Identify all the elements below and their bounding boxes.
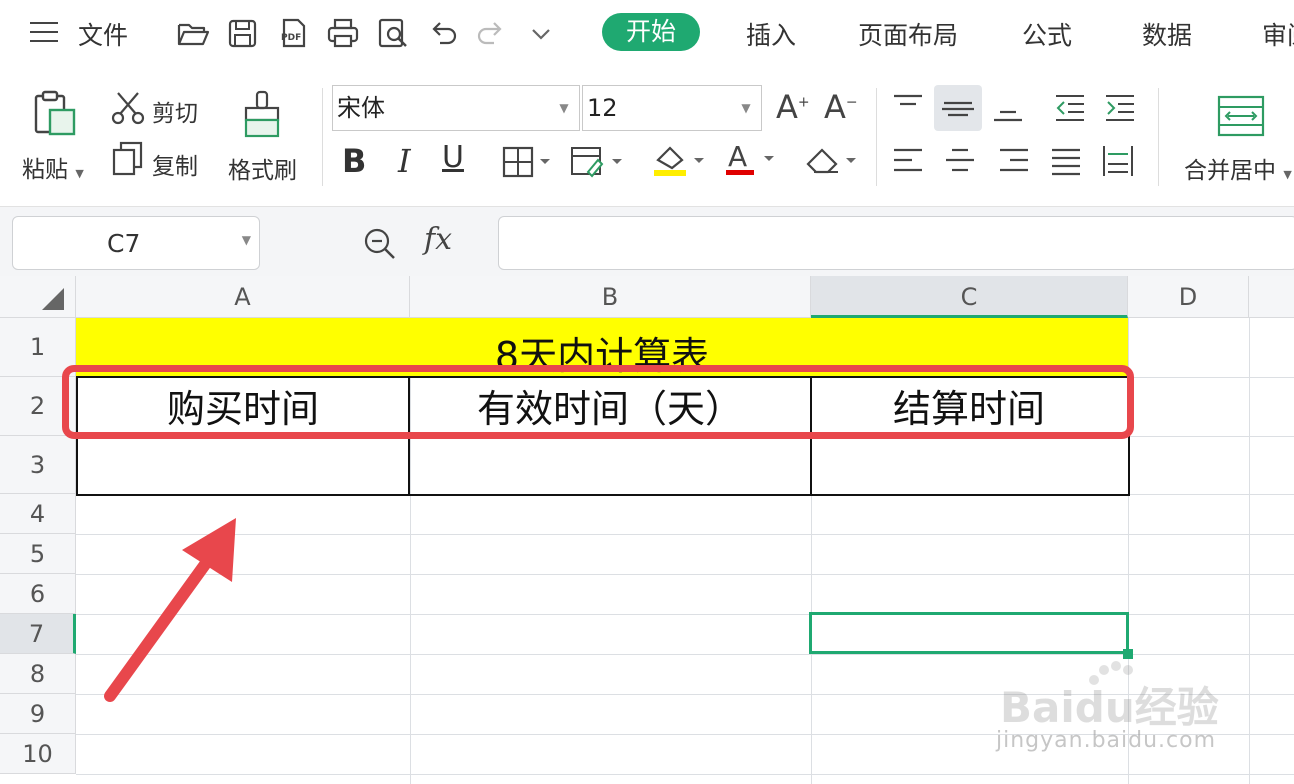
hamburger-icon[interactable] [30, 22, 58, 44]
tab-formulas[interactable]: 公式 [1022, 16, 1072, 52]
row-header-9[interactable]: 9 [0, 694, 76, 734]
fx-label[interactable]: fx [424, 222, 452, 257]
arrow-annotation [96, 510, 256, 710]
group-separator [322, 88, 323, 186]
column-header-e[interactable] [1249, 276, 1294, 318]
column-header-c[interactable]: C [811, 276, 1128, 318]
align-left-icon[interactable] [890, 144, 926, 180]
cell-style-icon[interactable] [570, 146, 626, 178]
gridline [1249, 318, 1250, 784]
tab-page-layout[interactable]: 页面布局 [858, 16, 958, 52]
decrease-font-icon[interactable]: A− [824, 88, 860, 128]
align-center-icon[interactable] [942, 144, 978, 180]
font-color-icon[interactable]: A [724, 140, 780, 178]
cut-button[interactable]: 剪切 [152, 94, 198, 128]
redo-icon[interactable] [474, 16, 508, 50]
decrease-indent-icon[interactable] [1052, 90, 1088, 126]
tab-data[interactable]: 数据 [1142, 16, 1192, 52]
chevron-down-icon: ▼ [741, 101, 751, 115]
pdf-icon[interactable]: PDF [276, 16, 310, 50]
row-header-8[interactable]: 8 [0, 654, 76, 694]
svg-text:PDF: PDF [281, 33, 301, 43]
highlight-box [62, 365, 1134, 439]
zoom-icon[interactable] [362, 226, 398, 262]
watermark-logo: Baidu经验 [1000, 660, 1230, 732]
group-separator [876, 88, 877, 186]
font-size-select[interactable]: 12 ▼ [582, 85, 762, 131]
increase-indent-icon[interactable] [1102, 90, 1138, 126]
borders-icon[interactable] [502, 146, 554, 178]
font-name-select[interactable]: 宋体 ▼ [332, 85, 580, 131]
selected-cell-c7[interactable] [809, 612, 1129, 654]
copy-button[interactable]: 复制 [152, 147, 198, 181]
file-menu[interactable]: 文件 [78, 16, 128, 52]
copy-icon[interactable] [110, 140, 146, 178]
tab-review[interactable]: 审阅 [1262, 16, 1294, 52]
column-header-b[interactable]: B [410, 276, 811, 318]
eraser-icon[interactable] [804, 142, 862, 178]
watermark-url: jingyan.baidu.com [996, 728, 1217, 753]
merge-center-button[interactable]: 合并居中 ▼ [1184, 151, 1292, 185]
gridline [76, 574, 1294, 575]
watermark-brand: Baidu经验 [1000, 683, 1219, 732]
align-right-icon[interactable] [996, 144, 1032, 180]
tab-insert[interactable]: 插入 [746, 16, 796, 52]
italic-button[interactable]: I [398, 142, 411, 180]
chevron-down-icon: ▼ [241, 233, 251, 247]
align-top-icon[interactable] [890, 90, 926, 126]
fill-handle[interactable] [1123, 649, 1133, 659]
merge-center-icon[interactable] [1216, 94, 1266, 138]
save-icon[interactable] [226, 16, 260, 50]
name-box-value: C7 [107, 229, 141, 258]
paste-icon[interactable] [32, 88, 78, 138]
row-header-4[interactable]: 4 [0, 494, 76, 534]
gridline [76, 774, 1294, 775]
font-name-value: 宋体 [337, 94, 385, 122]
font-size-value: 12 [587, 94, 618, 122]
row-header-7[interactable]: 7 [0, 614, 76, 654]
undo-icon[interactable] [426, 16, 460, 50]
name-box[interactable]: C7 ▼ [12, 216, 260, 270]
open-folder-icon[interactable] [176, 16, 210, 50]
paste-button[interactable]: 粘贴 ▼ [22, 150, 84, 184]
format-painter-button[interactable]: 格式刷 [228, 151, 297, 185]
underline-button[interactable]: U [442, 140, 464, 175]
scissors-icon[interactable] [110, 90, 146, 126]
print-preview-icon[interactable] [376, 16, 410, 50]
svg-text:A: A [728, 140, 747, 173]
gridline [76, 654, 1294, 655]
column-header-d[interactable]: D [1128, 276, 1249, 318]
gridline [76, 534, 1294, 535]
row-header-10[interactable]: 10 [0, 734, 76, 774]
select-all-corner[interactable] [0, 276, 76, 318]
align-middle-icon[interactable] [934, 85, 982, 131]
tab-start[interactable]: 开始 [602, 13, 700, 51]
row-header-5[interactable]: 5 [0, 534, 76, 574]
row-header-6[interactable]: 6 [0, 574, 76, 614]
distributed-align-icon[interactable] [1100, 144, 1136, 180]
align-bottom-icon[interactable] [990, 90, 1026, 126]
column-header-a[interactable]: A [76, 276, 410, 318]
formula-input[interactable] [498, 216, 1294, 270]
fill-color-icon[interactable] [652, 142, 708, 178]
dropdown-icon[interactable] [528, 16, 562, 50]
chevron-down-icon: ▼ [559, 101, 569, 115]
group-separator [1158, 88, 1159, 186]
print-icon[interactable] [326, 16, 360, 50]
menu-bar: 文件 PDF 开始 插入 页面布局 公式 数据 审阅 [0, 0, 1294, 66]
bold-button[interactable]: B [342, 142, 366, 180]
justify-icon[interactable] [1048, 144, 1084, 180]
row-header-3[interactable]: 3 [0, 436, 76, 494]
increase-font-icon[interactable]: A+ [776, 88, 812, 128]
brush-icon[interactable] [240, 90, 284, 142]
